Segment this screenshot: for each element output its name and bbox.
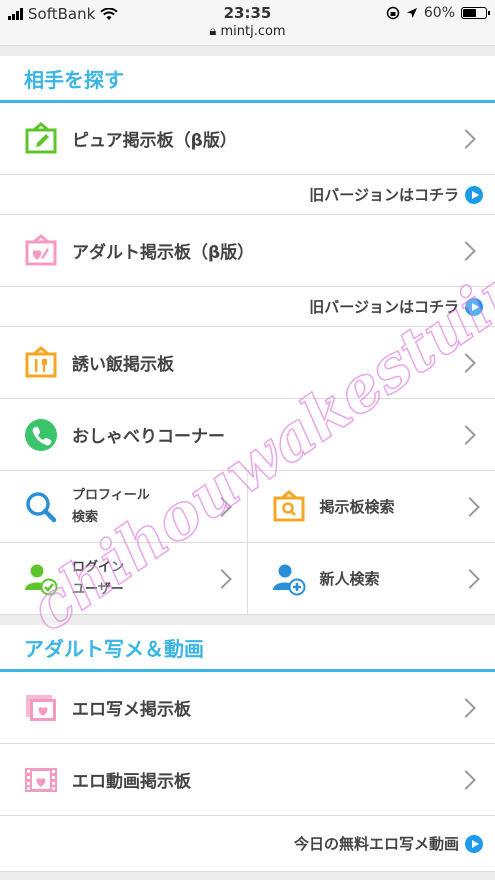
chevron-right-icon xyxy=(456,128,476,149)
chevron-right-icon xyxy=(211,568,232,589)
url-text: mintj.com xyxy=(220,24,286,39)
battery-percent: 60% xyxy=(423,5,455,21)
chevron-right-icon xyxy=(456,352,476,373)
play-circle-icon xyxy=(465,297,483,316)
chevron-right-icon xyxy=(460,496,480,517)
adult-board-item[interactable]: アダルト掲示板（β版） xyxy=(0,215,495,287)
chevron-right-icon xyxy=(211,496,232,517)
magnifier-icon xyxy=(24,490,58,524)
phone-icon xyxy=(24,418,58,452)
play-circle-icon xyxy=(465,834,483,853)
today-free-link[interactable]: 今日の無料エロ写メ動画 xyxy=(0,816,495,872)
old-version-link[interactable]: 旧バージョンはコチラ xyxy=(0,287,495,327)
location-icon xyxy=(406,8,417,18)
user-add-icon xyxy=(272,562,306,596)
grid-label: 新人検索 xyxy=(319,570,380,588)
status-bar: SoftBank 23:35 🔒︎ mintj.com 60% xyxy=(0,0,495,46)
battery-icon xyxy=(461,7,490,19)
video-board-item[interactable]: エロ動画掲示板 xyxy=(0,744,495,816)
film-heart-icon xyxy=(24,763,58,797)
meal-board-item[interactable]: 誘い飯掲示板 xyxy=(0,327,495,399)
photo-board-item[interactable]: エロ写メ掲示板 xyxy=(0,672,495,744)
item-label: アダルト掲示板（β版） xyxy=(72,243,255,263)
item-label: エロ動画掲示板 xyxy=(72,772,191,792)
old-version-label: 旧バージョンはコチラ xyxy=(309,186,459,204)
board-search-icon xyxy=(272,489,306,524)
section-find-partner: 相手を探す ピュア掲示板（β版） 旧バージョンはコチラ アダルト掲示板（β版） xyxy=(0,56,495,615)
photo-heart-icon xyxy=(24,691,58,725)
today-free-label: 今日の無料エロ写メ動画 xyxy=(293,835,459,853)
grid-label: 掲示板検索 xyxy=(319,498,395,516)
profile-search-button[interactable]: プロフィール 検索 xyxy=(0,471,248,543)
search-grid: プロフィール 検索 掲示板検索 ログイン ユーザー 新人検索 xyxy=(0,471,495,615)
chevron-right-icon xyxy=(456,769,476,790)
board-search-button[interactable]: 掲示板検索 xyxy=(247,471,495,543)
chevron-right-icon xyxy=(456,424,476,445)
chat-corner-item[interactable]: おしゃべりコーナー xyxy=(0,399,495,471)
user-check-icon xyxy=(24,562,58,596)
section-title: アダルト写メ＆動画 xyxy=(0,625,495,672)
item-label: 誘い飯掲示板 xyxy=(72,355,174,375)
url-bar[interactable]: 🔒︎ mintj.com xyxy=(0,24,495,39)
grid-label: プロフィール 検索 xyxy=(72,487,150,525)
pure-board-icon xyxy=(24,121,58,156)
chevron-right-icon xyxy=(460,568,480,589)
old-version-link[interactable]: 旧バージョンはコチラ xyxy=(0,175,495,215)
section-adult-media: アダルト写メ＆動画 エロ写メ掲示板 エロ動画掲示板 今日の無料エロ写メ動画 xyxy=(0,625,495,872)
chevron-right-icon xyxy=(456,697,476,718)
status-right: 60% xyxy=(386,5,490,21)
chevron-right-icon xyxy=(456,240,476,261)
rotation-lock-icon xyxy=(386,6,400,20)
play-circle-icon xyxy=(465,185,483,204)
item-label: おしゃべりコーナー xyxy=(72,427,225,447)
new-user-search-button[interactable]: 新人検索 xyxy=(247,543,495,615)
old-version-label: 旧バージョンはコチラ xyxy=(309,298,459,316)
pure-board-item[interactable]: ピュア掲示板（β版） xyxy=(0,103,495,175)
adult-board-icon xyxy=(24,233,58,268)
item-label: エロ写メ掲示板 xyxy=(72,700,191,720)
login-users-button[interactable]: ログイン ユーザー xyxy=(0,543,248,615)
lock-icon: 🔒︎ xyxy=(209,24,217,39)
item-label: ピュア掲示板（β版） xyxy=(72,131,237,151)
section-title: 相手を探す xyxy=(0,56,495,103)
grid-label: ログイン ユーザー xyxy=(72,559,125,597)
meal-board-icon xyxy=(24,345,58,380)
